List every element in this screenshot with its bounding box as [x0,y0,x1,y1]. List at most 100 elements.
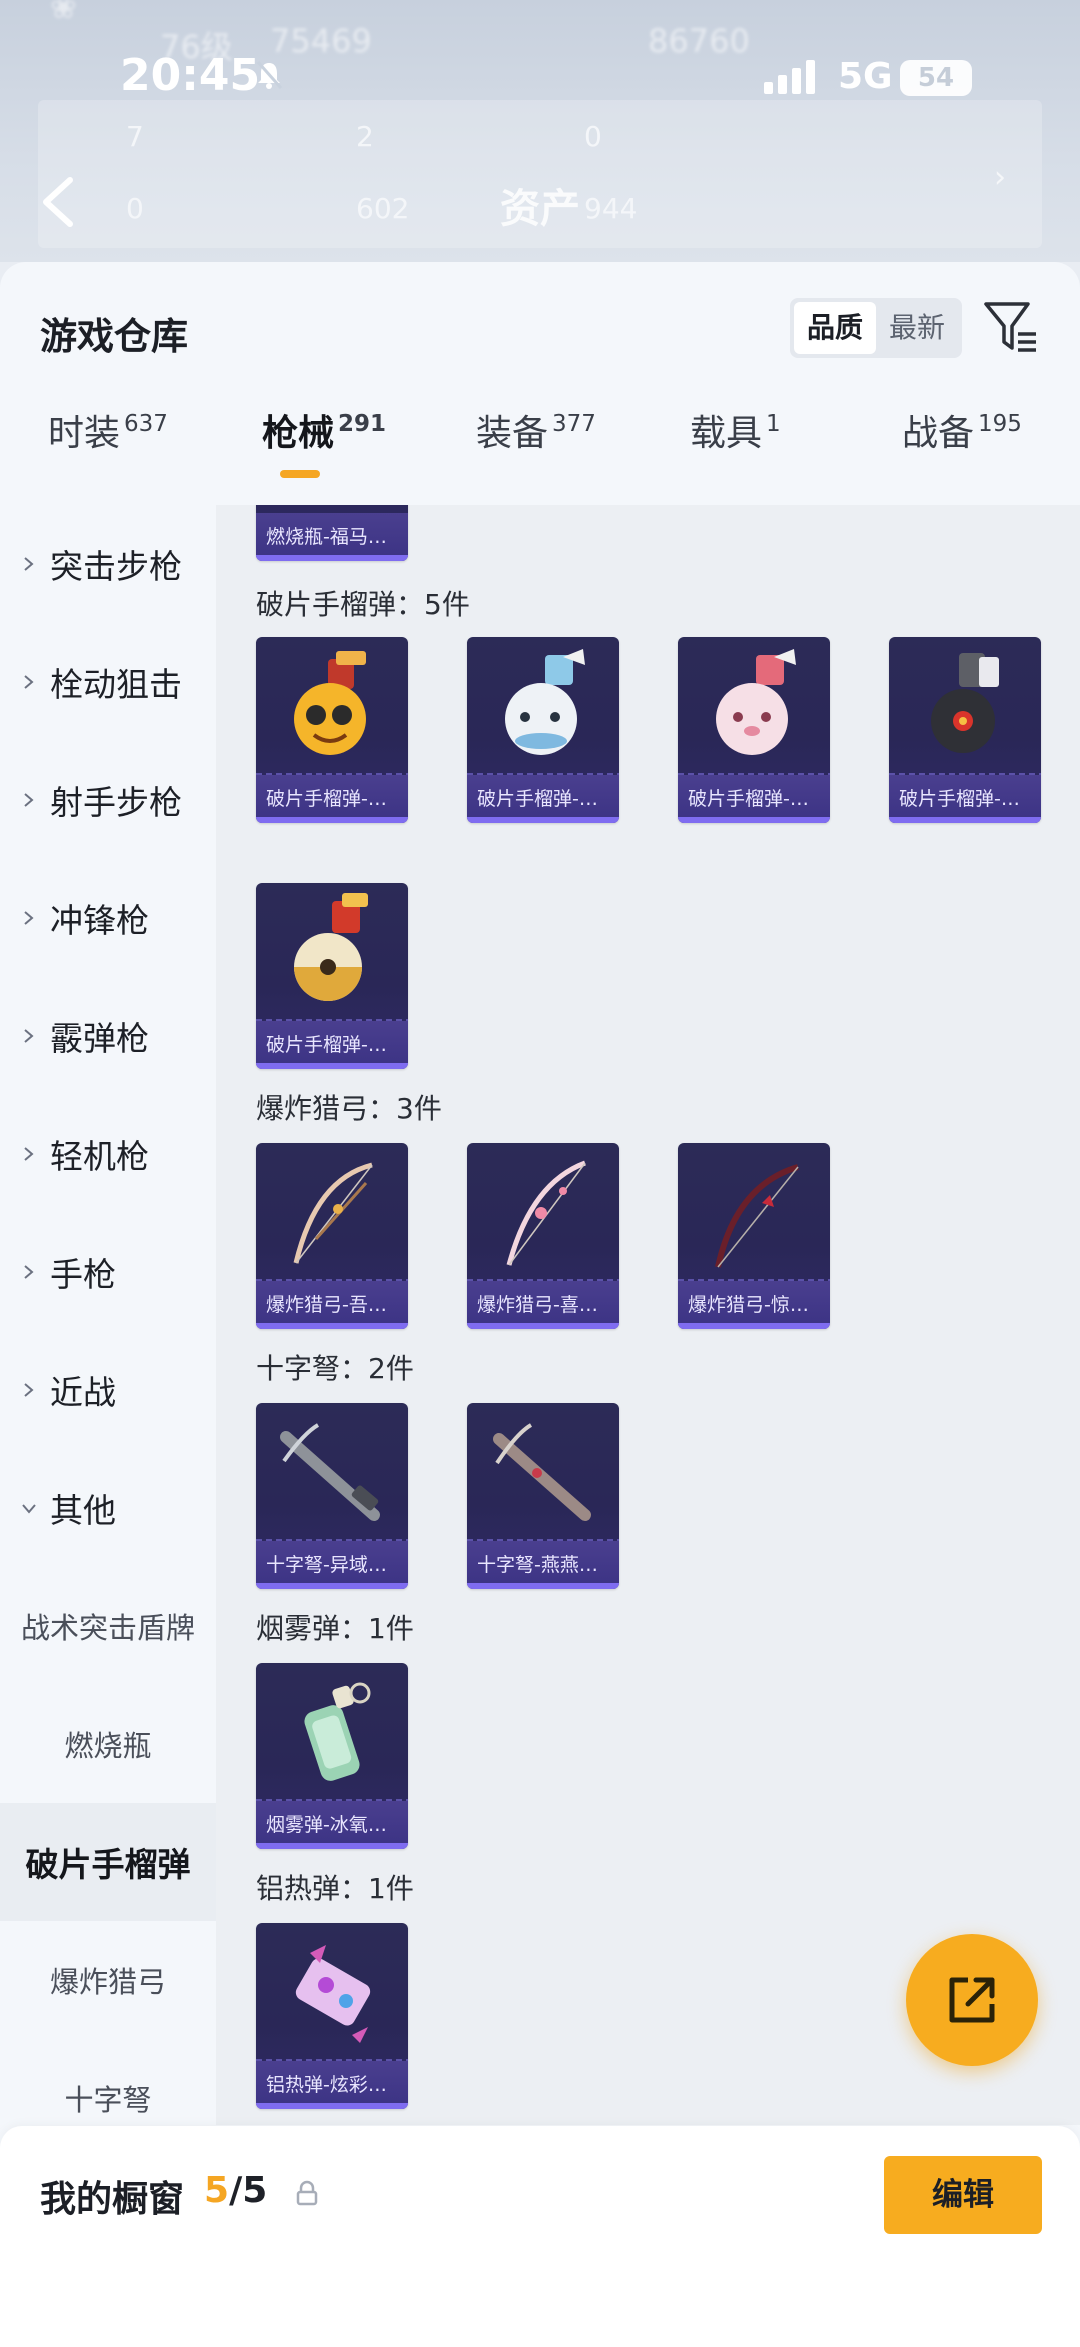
filter-icon[interactable] [982,298,1040,358]
item-card[interactable]: 铝热弹-炫彩… [256,1923,408,2109]
item-card[interactable]: 破片手榴弹-… [256,883,408,1069]
tab-gear[interactable]: 战备 195 [902,404,1022,456]
sidebar-item-label: 突击步枪 [50,547,182,586]
showcase-total: /5 [229,2170,268,2211]
tab-fashion[interactable]: 时装 637 [48,404,168,456]
smoke-grenade-icon [304,1682,371,1781]
thermite-icon [295,1945,371,2043]
network-type: 5G [838,56,893,97]
tab-label: 时装 [48,413,121,454]
rarity-bar [256,2103,408,2109]
category-tabs: 时装 637 枪械 291 装备 377 载具 1 战备 195 [0,404,1080,502]
grenade-icon [931,653,999,753]
sidebar-subitem-label: 破片手榴弹 [25,1845,191,1884]
grenade-icon [716,649,796,755]
rarity-bar [678,817,830,823]
item-card[interactable]: 十字弩-异域… [256,1403,408,1589]
rarity-bar [889,817,1041,823]
share-icon [949,1977,995,2023]
item-name: 烟雾弹-冰氧… [266,1814,387,1836]
sidebar-subitem-label: 燃烧瓶 [64,1729,152,1763]
sidebar-item-other[interactable]: 其他 [0,1449,216,1567]
item-card[interactable]: 破片手榴弹-… [678,637,830,823]
rarity-bar [256,1063,408,1069]
item-card[interactable]: 爆炸猎弓-喜… [467,1143,619,1329]
sidebar-item-marksman-rifle[interactable]: 射手步枪 [0,741,216,859]
showcase-count: 5/5 [204,2170,267,2211]
sidebar-item-lmg[interactable]: 轻机枪 [0,1095,216,1213]
rarity-bar [467,1583,619,1589]
sidebar-subitem-frag-grenade[interactable]: 破片手榴弹 [0,1803,216,1921]
sidebar-item-label: 栓动狙击 [50,665,182,704]
item-card[interactable]: 十字弩-燕燕… [467,1403,619,1589]
background-title: 资产 [500,186,580,232]
sidebar-subitem-explosive-bow[interactable]: 爆炸猎弓 [0,1921,216,2039]
group-label: 烟雾弹：1件 [256,1612,414,1645]
item-name: 爆炸猎弓-吾… [266,1294,387,1316]
rarity-bar [256,1843,408,1849]
item-card[interactable]: 破片手榴弹-… [256,637,408,823]
sidebar-subitem-molotov[interactable]: 燃烧瓶 [0,1685,216,1803]
chevron-right-icon [24,557,34,571]
edit-button[interactable]: 编辑 [884,2156,1042,2234]
rarity-bar [256,817,408,823]
item-name: 破片手榴弹-… [688,788,809,810]
sort-quality-button[interactable]: 品质 [794,302,876,354]
grenade-icon [294,893,368,1001]
tab-vehicles[interactable]: 载具 1 [690,404,781,456]
item-card[interactable]: 爆炸猎弓-惊… [678,1143,830,1329]
chevron-right-icon [24,793,34,807]
item-card[interactable]: 烟雾弹-冰氧… [256,1663,408,1849]
tab-firearms[interactable]: 枪械 291 [262,404,386,456]
sort-newest-button[interactable]: 最新 [876,302,958,354]
sidebar-subitem-label: 战术突击盾牌 [20,1611,195,1645]
category-sidebar: 突击步枪 栓动狙击 射手步枪 冲锋枪 霰弹枪 轻机枪 手枪 近战 其他 战术突击… [0,505,216,2125]
tab-equipment[interactable]: 装备 377 [476,404,596,456]
sidebar-item-melee[interactable]: 近战 [0,1331,216,1449]
item-name: 爆炸猎弓-惊… [688,1294,809,1316]
sidebar-item-shotgun[interactable]: 霰弹枪 [0,977,216,1095]
sidebar-item-label: 轻机枪 [50,1137,149,1176]
group-label: 破片手榴弹：5件 [256,588,470,621]
sidebar-item-label: 霰弹枪 [50,1019,149,1058]
tab-count: 637 [124,411,168,437]
group-label: 爆炸猎弓：3件 [256,1092,442,1125]
battery-level: 54 [900,60,972,96]
group-label: 铝热弹：1件 [256,1872,414,1905]
item-name: 十字弩-异域… [266,1554,387,1576]
sidebar-item-assault-rifle[interactable]: 突击步枪 [0,505,216,623]
ghost-stat: 602 [356,192,410,225]
item-name: 破片手榴弹-… [266,1034,387,1056]
grenade-icon [505,649,585,755]
bow-icon [293,1162,373,1264]
back-arrow-icon[interactable] [38,174,78,230]
chevron-right-icon: › [994,160,1006,195]
active-tab-indicator [280,470,320,478]
share-button[interactable] [906,1934,1038,2066]
crossbow-icon [493,1423,591,1521]
item-card[interactable]: 燃烧瓶-福马… [256,505,408,561]
tab-label: 装备 [476,413,549,454]
item-name: 十字弩-燕燕… [477,1554,598,1576]
chevron-right-icon [24,1383,34,1397]
showcase-current: 5 [204,2170,230,2211]
item-card[interactable]: 破片手榴弹-… [889,637,1041,823]
sheet-title: 游戏仓库 [40,315,188,358]
sidebar-item-smg[interactable]: 冲锋枪 [0,859,216,977]
sidebar-item-label: 射手步枪 [50,783,182,822]
sidebar-item-bolt-sniper[interactable]: 栓动狙击 [0,623,216,741]
sidebar-subitem-tactical-shield[interactable]: 战术突击盾牌 [0,1567,216,1685]
sidebar-subitem-label: 爆炸猎弓 [49,1965,166,1999]
item-card[interactable]: 爆炸猎弓-吾… [256,1143,408,1329]
rarity-bar [256,1583,408,1589]
group-label: 十字弩：2件 [256,1352,414,1385]
showcase-bar: 我的橱窗 5/5 编辑 [0,2126,1080,2347]
tab-label: 枪械 [262,413,335,454]
tab-label: 战备 [902,413,975,454]
chevron-down-icon [22,1504,36,1514]
chevron-right-icon [24,1147,34,1161]
ghost-stat: 944 [584,192,638,225]
item-card[interactable]: 破片手榴弹-… [467,637,619,823]
grenade-icon [294,651,366,755]
sidebar-item-pistol[interactable]: 手枪 [0,1213,216,1331]
